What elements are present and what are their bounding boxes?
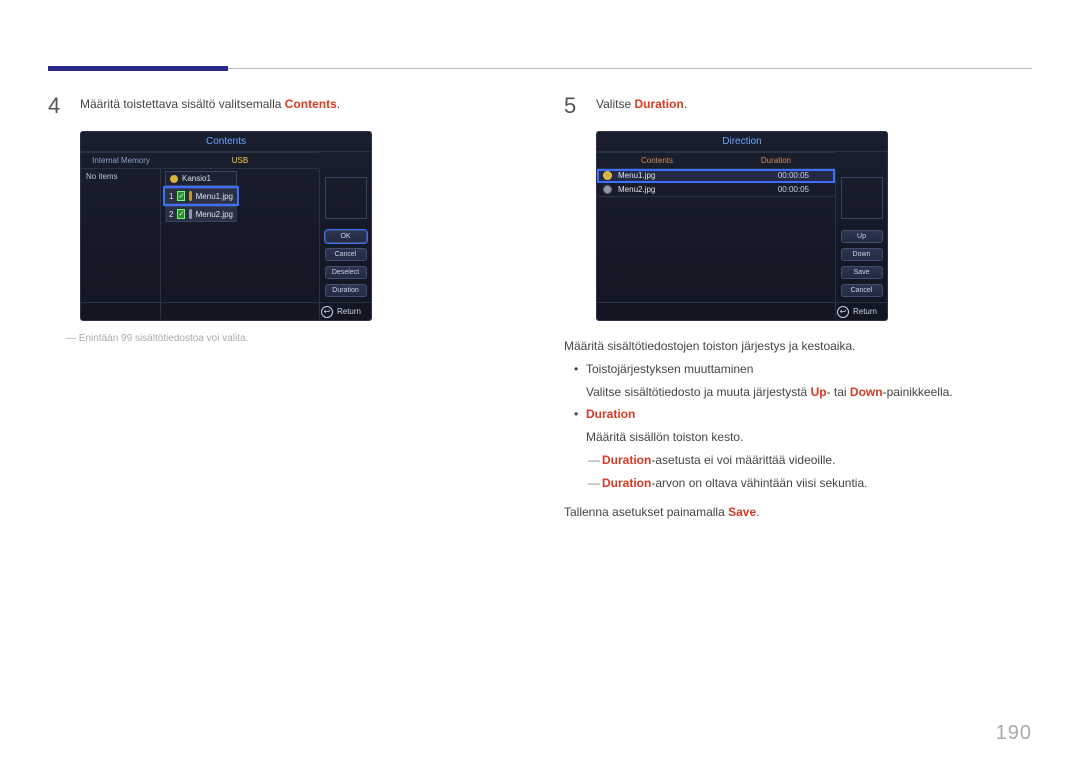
panel-tabs: Internal Memory USB [81,152,371,169]
col-contents: Contents [597,152,717,169]
col-duration: Duration [717,152,835,169]
keyword-duration: Duration [634,97,683,111]
dash-note-2: Duration-arvon on oltava vähintään viisi… [564,472,1032,495]
panel-list: Menu1.jpg 00:00:05 Menu2.jpg 00:00:05 [597,169,835,319]
preview-box [841,177,883,219]
save-button[interactable]: Save [841,266,883,279]
preview-box [325,177,367,219]
panel-file-list: Kansio1 1 ✓ Menu1.jpg 2 ✓ [161,169,319,319]
image-icon [189,209,191,219]
return-icon[interactable] [837,306,849,318]
duration-button[interactable]: Duration [325,284,367,297]
return-label: Return [337,307,361,316]
step-text: Valitse Duration. [596,95,687,114]
header-accent [48,66,228,71]
duration-value: 00:00:05 [778,171,829,180]
folder-name: Kansio1 [182,174,211,183]
file-name: Menu2.jpg [196,210,233,219]
text: Valitse sisältötiedosto ja muuta järjest… [586,385,811,399]
panel-footer: Return [81,302,371,320]
folder-row[interactable]: Kansio1 [165,171,237,186]
dash-note-1: Duration-asetusta ei voi määrittää video… [564,449,1032,472]
direction-panel: Direction Contents Duration Menu1.jpg 00… [596,131,888,321]
panel-column-headers: Contents Duration [597,152,887,169]
keyword-up: Up [811,385,827,399]
panel-title: Direction [597,132,887,152]
text: -asetusta ei voi määrittää videoille. [651,453,835,467]
text: -arvon on oltava vähintään viisi sekunti… [651,476,867,490]
footnote: Enintään 99 sisältötiedostoa voi valita. [66,333,516,344]
text: Valitse [596,97,634,111]
list-row[interactable]: Menu1.jpg 00:00:05 [597,169,835,183]
step-5: 5 Valitse Duration. [564,95,1032,117]
keyword-down: Down [850,385,883,399]
folder-icon [170,175,178,183]
checkbox-icon: ✓ [177,209,185,219]
page-number: 190 [996,722,1032,745]
right-column: 5 Valitse Duration. Direction Contents D… [564,95,1032,523]
bullet-reorder: Toistojärjestyksen muuttaminen [564,358,1032,381]
contents-panel: Contents Internal Memory USB No items [80,131,372,321]
panel-side-buttons: Up Down Save Cancel [835,169,887,319]
text: Määritä toistettava sisältö valitsemalla [80,97,285,111]
text: - tai [827,385,850,399]
file-row[interactable]: 1 ✓ Menu1.jpg [165,188,237,204]
file-row[interactable]: 2 ✓ Menu2.jpg [165,206,237,222]
text: -painikkeella. [883,385,953,399]
no-items-text: No items [86,172,118,181]
up-button[interactable]: Up [841,230,883,243]
keyword-save: Save [728,505,756,519]
cancel-button[interactable]: Cancel [325,248,367,261]
intro-text: Määritä sisältötiedostojen toiston järje… [564,335,1032,358]
checkbox-icon: ✓ [177,191,185,201]
duration-value: 00:00:05 [778,185,829,194]
down-button[interactable]: Down [841,248,883,261]
keyword-contents: Contents [285,97,337,111]
keyword-duration: Duration [602,476,651,490]
step-text: Määritä toistettava sisältö valitsemalla… [80,95,340,114]
cancel-button[interactable]: Cancel [841,284,883,297]
text: . [684,97,687,111]
file-index: 2 [169,210,173,219]
bullet-icon [603,185,612,194]
panel-left-pane: No items [81,169,161,319]
file-name: Menu1.jpg [618,171,655,180]
file-name: Menu2.jpg [618,185,655,194]
text: . [337,97,340,111]
return-label: Return [853,307,877,316]
step-number: 4 [48,95,66,117]
ok-button[interactable]: OK [325,230,367,243]
bullet-icon [603,171,612,180]
image-icon [189,191,191,201]
file-index: 1 [169,192,173,201]
panel-footer: Return [597,302,887,320]
page: 4 Määritä toistettava sisältö valitsemal… [0,0,1080,763]
file-name: Menu1.jpg [196,192,233,201]
keyword-duration: Duration [586,407,635,421]
bullet-duration-sub: Määritä sisällön toiston kesto. [564,426,1032,449]
keyword-duration: Duration [602,453,651,467]
step-4: 4 Määritä toistettava sisältö valitsemal… [48,95,516,117]
bullet-duration: Duration [564,403,1032,426]
text: . [756,505,759,519]
deselect-button[interactable]: Deselect [325,266,367,279]
tab-usb[interactable]: USB [161,152,319,169]
panel-title: Contents [81,132,371,152]
bullet-reorder-sub: Valitse sisältötiedosto ja muuta järjest… [564,381,1032,404]
step-number: 5 [564,95,582,117]
save-text: Tallenna asetukset painamalla Save. [564,501,1032,524]
list-row[interactable]: Menu2.jpg 00:00:05 [597,183,835,197]
return-icon[interactable] [321,306,333,318]
text: Tallenna asetukset painamalla [564,505,728,519]
tab-internal-memory[interactable]: Internal Memory [81,152,161,169]
panel-side-buttons: OK Cancel Deselect Duration [319,169,371,319]
left-column: 4 Määritä toistettava sisältö valitsemal… [48,95,516,523]
